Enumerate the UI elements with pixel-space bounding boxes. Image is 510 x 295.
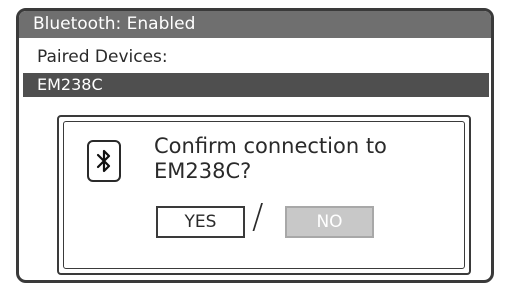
no-button[interactable]: NO: [285, 206, 374, 238]
confirm-prompt-line2: EM238C?: [154, 159, 252, 183]
bluetooth-icon: [87, 140, 121, 182]
yes-button[interactable]: YES: [156, 206, 245, 238]
screen-title: Bluetooth: Enabled: [19, 11, 491, 38]
confirm-dialog-inner: Confirm connection to EM238C? YES / NO: [63, 121, 465, 269]
bluetooth-screen: Bluetooth: Enabled Paired Devices: EM238…: [16, 8, 494, 283]
bluetooth-icon-glyph: [96, 149, 111, 173]
confirm-prompt: Confirm connection to EM238C?: [154, 134, 387, 184]
option-separator: /: [252, 197, 264, 237]
confirm-prompt-line1: Confirm connection to: [154, 134, 387, 158]
confirm-dialog: Confirm connection to EM238C? YES / NO: [57, 115, 471, 275]
paired-devices-label: Paired Devices:: [37, 47, 168, 67]
paired-device-item[interactable]: EM238C: [23, 73, 489, 97]
